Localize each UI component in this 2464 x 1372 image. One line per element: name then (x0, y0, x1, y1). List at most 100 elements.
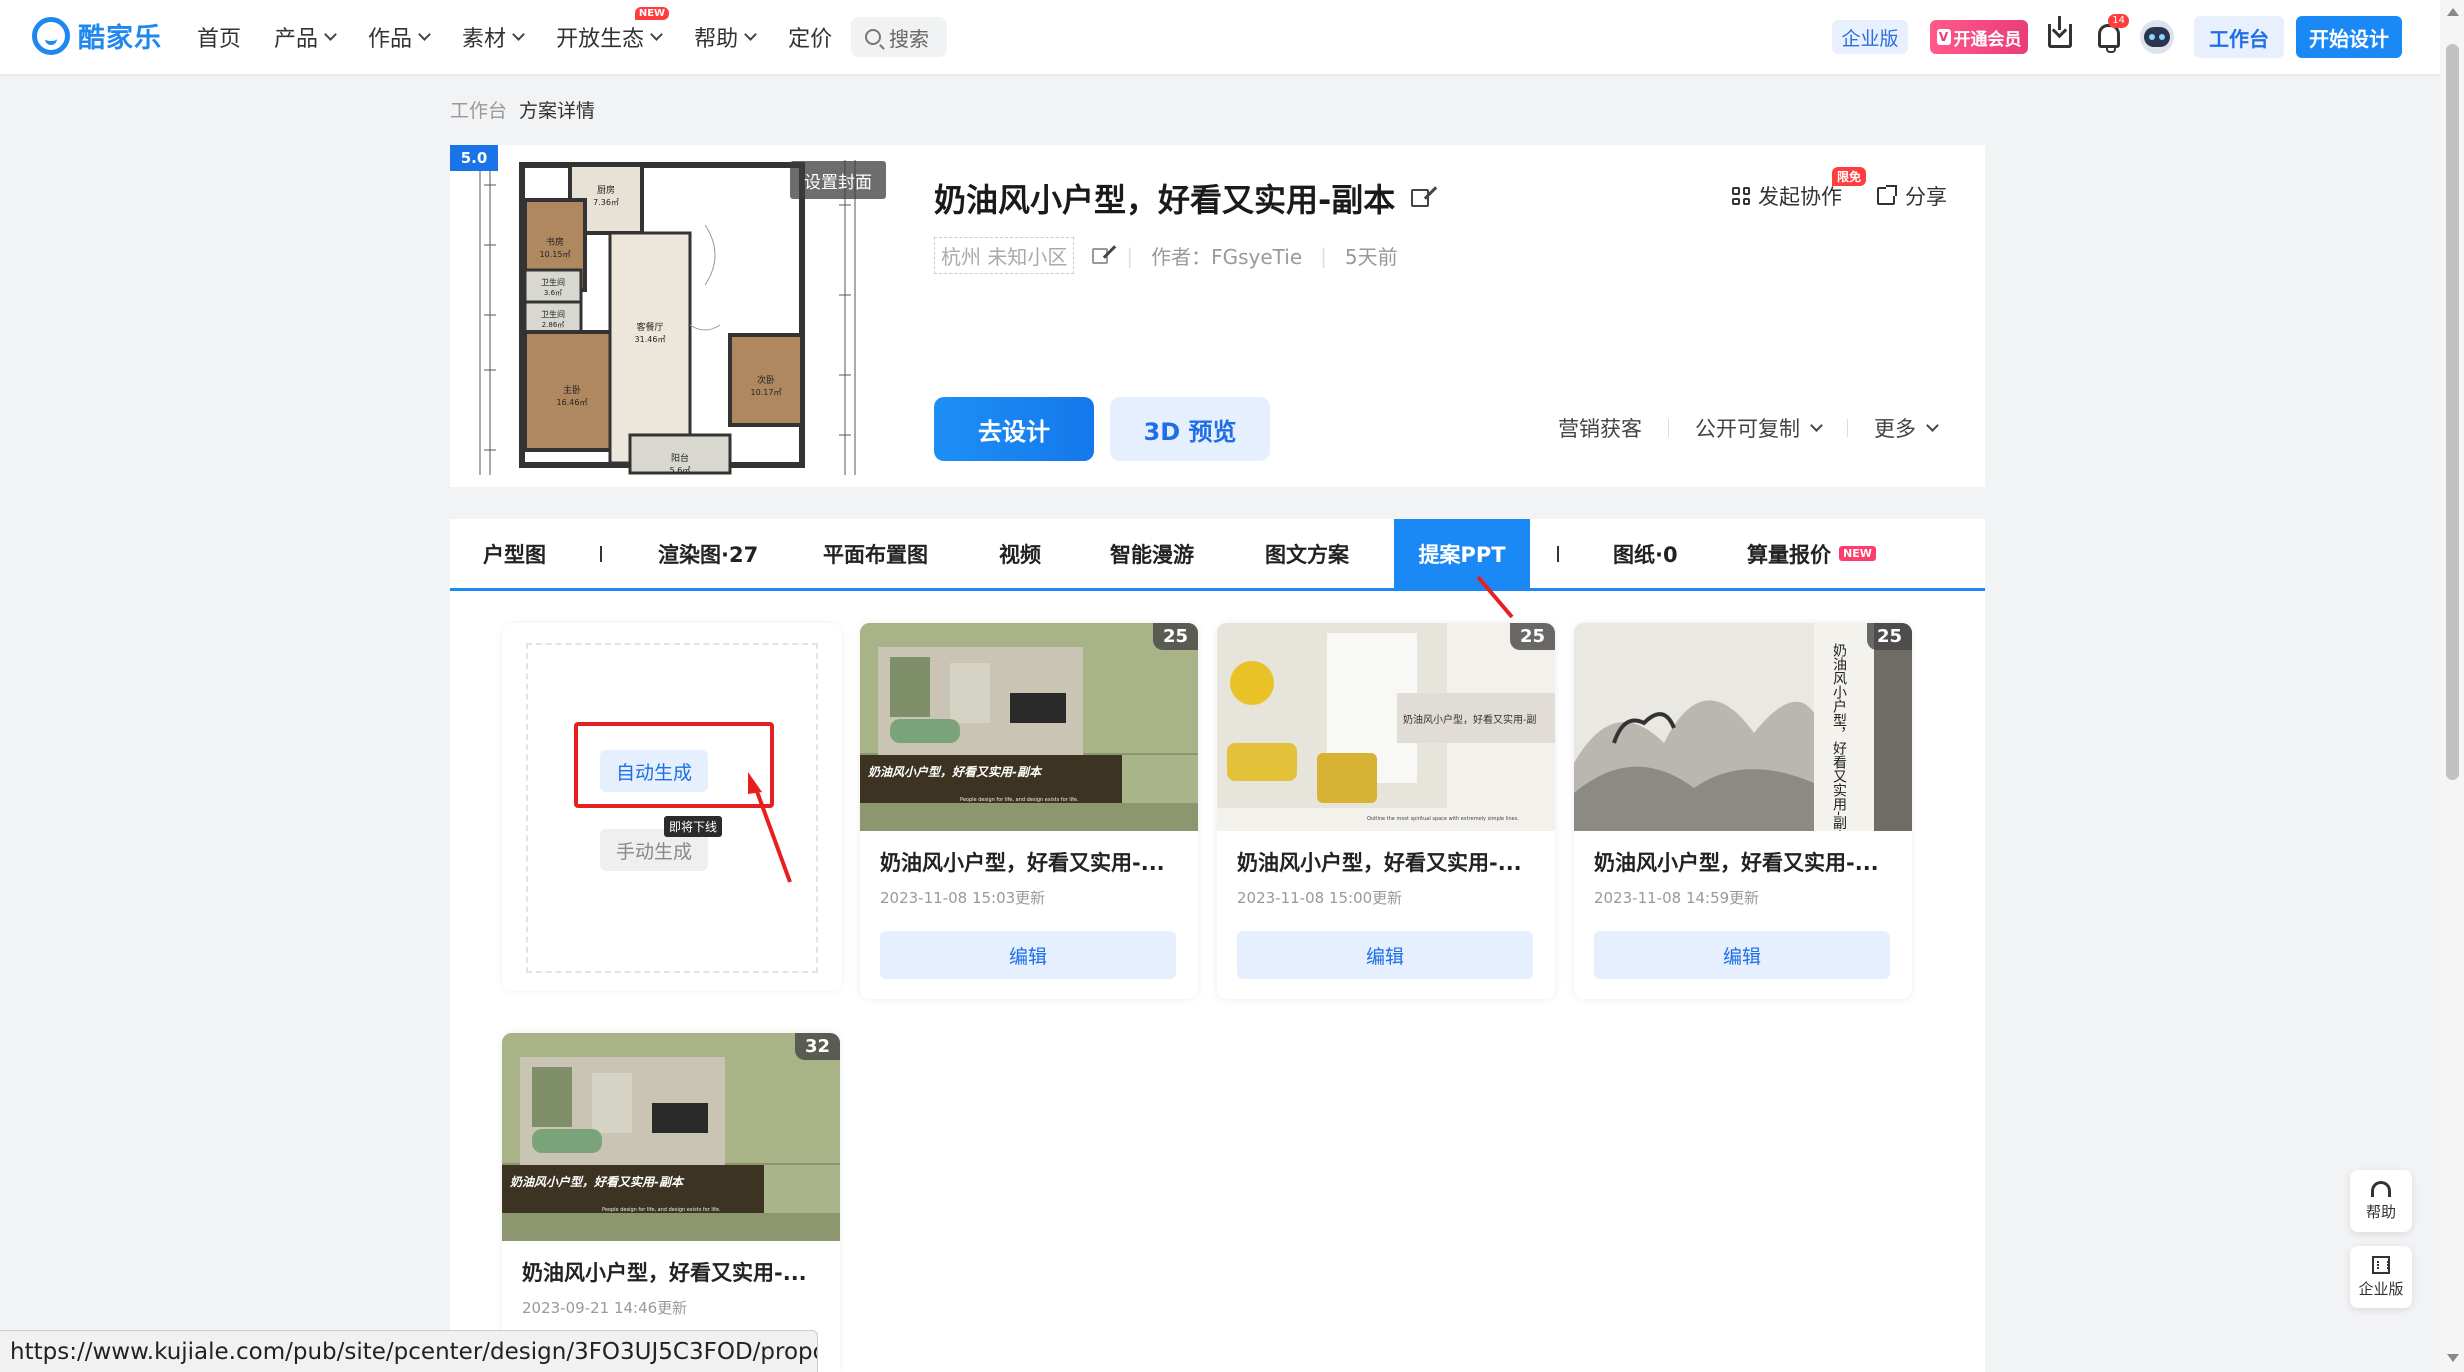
enterprise-label: 企业版 (2358, 1279, 2404, 1298)
menu-products-label: 产品 (274, 27, 319, 52)
notification-count: 14 (2108, 14, 2129, 28)
slide-preview: 奶油风小户型，好看又实用-副本，好 (1574, 623, 1912, 831)
divider (1847, 419, 1848, 437)
tab-label: 渲染图·27 (658, 542, 759, 567)
ppt-title: 奶油风小户型，好看又实用-... (522, 1261, 807, 1285)
breadcrumb-workbench[interactable]: 工作台 (450, 96, 507, 123)
svg-text:2.86㎡: 2.86㎡ (542, 321, 565, 329)
3d-preview-button[interactable]: 3D 预览 (1110, 397, 1270, 461)
tab-divider (1557, 546, 1559, 562)
svg-text:奶油风小户型，好看又实用-副本，好: 奶油风小户型，好看又实用-副本，好 (1831, 643, 1847, 831)
tab-layout[interactable]: 平面布置图 (823, 519, 928, 588)
edit-ppt-button[interactable]: 编辑 (1237, 931, 1533, 979)
workbench-button[interactable]: 工作台 (2194, 16, 2284, 58)
author-text: 作者：FGsyeTie (1151, 245, 1303, 269)
edit-title-icon[interactable] (1411, 189, 1430, 207)
menu-open-ecosystem[interactable]: 开放生态 NEW (556, 7, 670, 53)
ppt-card[interactable]: 奶油风小户型，好看又实用-副本，好 25 奶油风小户型，好看又实用-... 20… (1574, 623, 1912, 999)
more-dropdown[interactable]: 更多 (1874, 413, 1939, 443)
download-button[interactable] (2042, 16, 2078, 54)
ppt-title: 奶油风小户型，好看又实用-... (1594, 851, 1879, 875)
menu-pricing-label: 定价 (788, 27, 833, 52)
ppt-card[interactable]: 奶油风小户型，好看又实用-副本 People design for life, … (860, 623, 1198, 999)
tab-video[interactable]: 视频 (999, 519, 1041, 588)
logo[interactable]: 酷家乐 (32, 16, 162, 55)
svg-text:16.46㎡: 16.46㎡ (557, 398, 588, 407)
plan-title: 奶油风小户型，好看又实用-副本 (934, 175, 1430, 221)
enterprise-float-button[interactable]: 企业版 (2350, 1246, 2412, 1308)
vip-label: 开通会员 (1953, 29, 2022, 50)
enterprise-button[interactable]: 企业版 (1832, 20, 1908, 54)
edit-ppt-button[interactable]: 编辑 (880, 931, 1176, 979)
menu-home[interactable]: 首页 (197, 21, 241, 53)
tab-proposal-ppt[interactable]: 提案PPT (1394, 519, 1530, 588)
vip-button[interactable]: V 开通会员 (1930, 20, 2028, 54)
page-count-badge: 32 (794, 1033, 840, 1060)
headset-icon (2371, 1180, 2391, 1197)
tab-article[interactable]: 图文方案 (1265, 519, 1349, 588)
chevron-down-icon (512, 27, 525, 41)
main-menu: 首页 产品 作品 素材 开放生态 NEW 帮助 定价 (197, 0, 865, 74)
tab-roaming[interactable]: 智能漫游 (1110, 519, 1194, 588)
collab-label: 发起协作 (1758, 185, 1842, 209)
ppt-card[interactable]: 奶油风小户型，好看又实用-副本 People design for life, … (502, 1033, 840, 1372)
slide-preview: 奶油风小户型，好看又实用-副本 People design for life, … (502, 1033, 840, 1241)
scroll-down-arrow[interactable] (2447, 1354, 2459, 1362)
tab-drawings[interactable]: 图纸·0 (1613, 519, 1678, 588)
ppt-date: 2023-11-08 15:00更新 (1237, 889, 1403, 907)
svg-text:31.46㎡: 31.46㎡ (635, 335, 666, 344)
share-button[interactable]: 分享 (1877, 181, 1947, 211)
download-icon (2048, 16, 2072, 48)
svg-text:10.15㎡: 10.15㎡ (540, 250, 571, 259)
logo-icon (32, 16, 70, 55)
deprecated-badge: 即将下线 (664, 816, 723, 837)
start-design-button[interactable]: 开始设计 (2296, 16, 2402, 58)
edit-location-icon[interactable] (1092, 247, 1109, 264)
floorplan-image[interactable]: 5.0 设置封面 厨房 7.36㎡ 书房 10.15㎡ 卫生间 3.6㎡ 卫生间… (450, 145, 890, 487)
notification-button[interactable]: 14 (2091, 14, 2129, 54)
ppt-title: 奶油风小户型，好看又实用-... (1237, 851, 1522, 875)
tab-label: 视频 (999, 542, 1041, 567)
menu-materials[interactable]: 素材 (462, 21, 525, 53)
breadcrumb-current: 方案详情 (519, 100, 596, 122)
updated-text: 5天前 (1344, 245, 1398, 269)
room-kitchen: 厨房 (597, 184, 615, 196)
go-design-button[interactable]: 去设计 (934, 397, 1094, 461)
ppt-thumbnail: 奶油风小户型，好看又实用-副 Outline the most spiritua… (1217, 623, 1555, 831)
menu-pricing[interactable]: 定价 (788, 21, 832, 53)
tab-floorplan[interactable]: 户型图 (483, 519, 546, 588)
marketing-button[interactable]: 营销获客 (1558, 413, 1642, 443)
chevron-down-icon (1810, 418, 1823, 432)
generate-dropzone: 自动生成 手动生成 即将下线 (526, 643, 818, 973)
tab-renders[interactable]: 渲染图·27 (658, 519, 758, 588)
avatar[interactable] (2140, 20, 2174, 54)
page-scrollbar[interactable] (2440, 0, 2464, 1372)
plan-header-card: 5.0 设置封面 厨房 7.36㎡ 书房 10.15㎡ 卫生间 3.6㎡ 卫生间… (450, 145, 1985, 487)
public-copy-dropdown[interactable]: 公开可复制 (1695, 413, 1823, 443)
help-float-button[interactable]: 帮助 (2350, 1170, 2412, 1232)
search-box[interactable]: 搜索 (851, 17, 947, 57)
ppt-card[interactable]: 奶油风小户型，好看又实用-副 Outline the most spiritua… (1217, 623, 1555, 999)
location-field[interactable]: 杭州 未知小区 (934, 237, 1075, 274)
menu-works[interactable]: 作品 (368, 21, 431, 53)
scroll-thumb[interactable] (2446, 44, 2459, 780)
building-icon (2372, 1255, 2390, 1274)
meta-divider: | (1126, 243, 1134, 268)
svg-text:3.6㎡: 3.6㎡ (544, 289, 562, 297)
svg-text:奶油风小户型，好看又实用-副本: 奶油风小户型，好看又实用-副本 (868, 765, 1043, 779)
vip-icon: V (1936, 29, 1951, 45)
tab-quotation[interactable]: 算量报价 NEW (1747, 519, 1876, 588)
new-badge: NEW (1839, 546, 1876, 561)
collab-icon (1732, 187, 1750, 205)
menu-home-label: 首页 (197, 27, 242, 52)
collab-button[interactable]: 发起协作 (1732, 181, 1842, 211)
slide-preview: 奶油风小户型，好看又实用-副 Outline the most spiritua… (1217, 623, 1555, 831)
menu-help[interactable]: 帮助 (694, 21, 757, 53)
set-cover-button[interactable]: 设置封面 (790, 161, 886, 199)
edit-ppt-button[interactable]: 编辑 (1594, 931, 1890, 979)
scroll-up-arrow[interactable] (2447, 8, 2459, 16)
link-status-bar: https://www.kujiale.com/pub/site/pcenter… (0, 1330, 818, 1372)
page-count-badge: 25 (1152, 623, 1198, 650)
tab-label: 智能漫游 (1110, 542, 1194, 567)
menu-products[interactable]: 产品 (274, 21, 337, 53)
